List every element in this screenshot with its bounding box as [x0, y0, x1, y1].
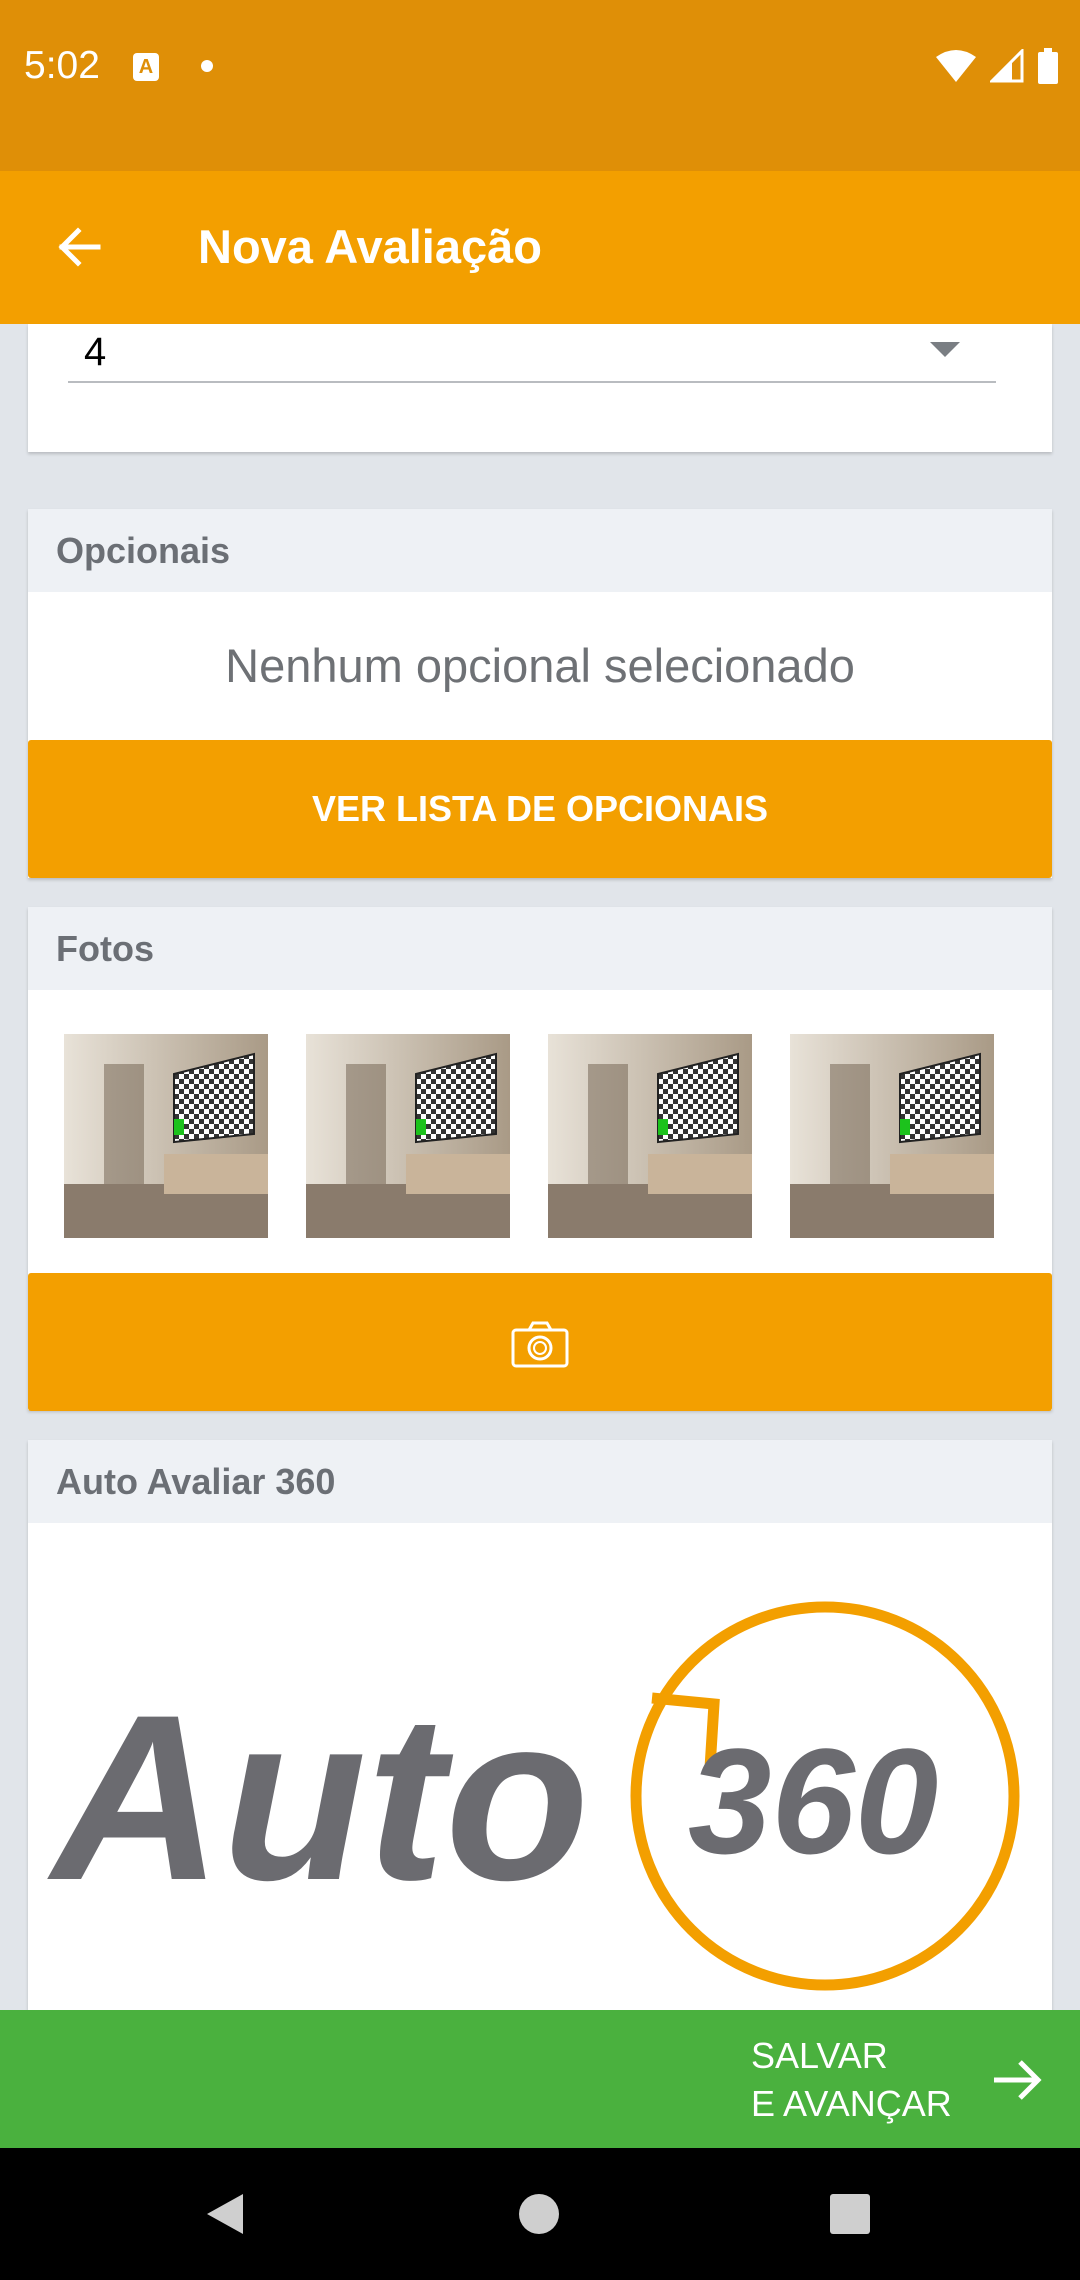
opcionais-header: Opcionais [28, 509, 1052, 592]
save-and-advance-button[interactable]: SALVAR E AVANÇAR [0, 2010, 1080, 2148]
opcionais-empty-text: Nenhum opcional selecionado [225, 639, 855, 692]
wifi-icon [936, 50, 976, 82]
select-value: 4 [84, 330, 107, 374]
back-arrow-icon[interactable] [48, 215, 112, 279]
save-label-line1: SALVAR [751, 2035, 888, 2076]
ver-lista-opcionais-button[interactable]: VER LISTA DE OPCIONAIS [28, 740, 1052, 878]
system-nav-bar [0, 2148, 1080, 2280]
app-notification-icon: A [133, 53, 159, 81]
save-label-line2: E AVANÇAR [751, 2083, 952, 2124]
status-icons [936, 48, 1058, 84]
signal-icon [990, 49, 1024, 83]
auto360-header: Auto Avaliar 360 [28, 1440, 1052, 1523]
select-card: 4 [28, 324, 1052, 452]
dropdown-arrow-icon [930, 342, 960, 357]
battery-icon [1038, 48, 1058, 84]
photo-thumbnail[interactable] [64, 1034, 268, 1238]
logo-word-auto: Auto [47, 1666, 589, 1930]
notification-dot-icon [201, 60, 213, 72]
status-bar: 5:02 A [0, 0, 1080, 171]
fotos-card: Fotos [28, 907, 1052, 1411]
opcionais-card: Opcionais Nenhum opcional selecionado VE… [28, 509, 1052, 878]
photo-thumbnail[interactable] [306, 1034, 510, 1238]
take-photo-button[interactable] [28, 1273, 1052, 1411]
arrow-right-icon [994, 2060, 1042, 2100]
logo-number-360: 360 [688, 1717, 938, 1885]
page-title: Nova Avaliação [198, 220, 542, 273]
save-label: SALVAR E AVANÇAR [751, 2032, 952, 2128]
photo-thumbnail[interactable] [790, 1034, 994, 1238]
app-bar: Nova Avaliação [0, 171, 1080, 324]
fotos-header: Fotos [28, 907, 1052, 990]
status-time: 5:02 [24, 44, 100, 87]
photo-thumbnail[interactable] [548, 1034, 752, 1238]
camera-icon [511, 1321, 569, 1368]
auto360-logo: Auto 360 [47, 1601, 1020, 1991]
select-underline [68, 381, 996, 383]
nav-home-icon[interactable] [518, 2193, 560, 2235]
nav-recents-icon[interactable] [830, 2194, 870, 2234]
nav-back-icon[interactable] [205, 2192, 245, 2236]
auto360-card: Auto Avaliar 360 Auto 360 [28, 1440, 1052, 2010]
